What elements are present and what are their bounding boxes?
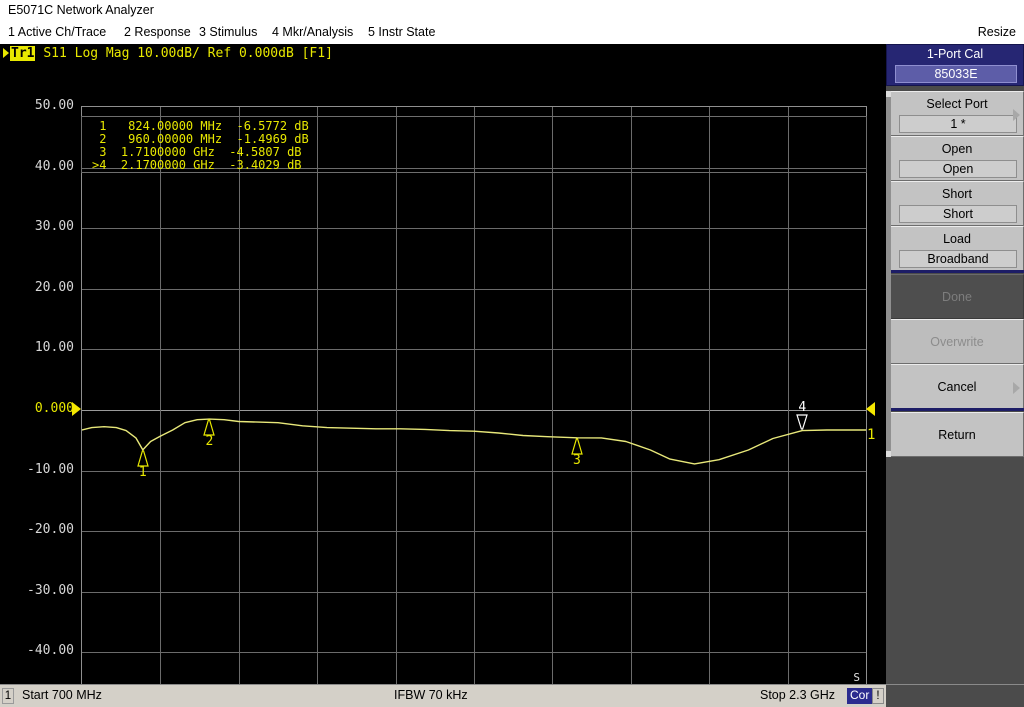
menu-item-instr-state[interactable]: 5 Instr State: [368, 25, 435, 39]
status-stop-frequency[interactable]: Stop 2.3 GHz: [760, 688, 835, 702]
trace-number-badge[interactable]: Tr1: [10, 46, 36, 61]
status-bar-right-filler: [886, 685, 1024, 707]
y-axis-tick-label: 30.00: [34, 219, 74, 235]
instrument-display: Tr1 S11 Log Mag 10.00dB/ Ref 0.000dB [F1…: [0, 44, 886, 684]
scroll-down-tick[interactable]: [886, 451, 891, 457]
trace-status-line[interactable]: Tr1 S11 Log Mag 10.00dB/ Ref 0.000dB [F1…: [3, 46, 333, 61]
softkey-label: Cancel: [937, 380, 977, 394]
active-trace-pointer-icon: [3, 47, 9, 58]
softkey-label: Overwrite: [930, 335, 984, 349]
status-channel-number: 1: [2, 688, 14, 704]
softkey-separator: [890, 408, 1024, 411]
chevron-right-icon: [1013, 108, 1020, 121]
softkey-header-value[interactable]: 85033E: [895, 65, 1017, 83]
status-correction-badge: Cor: [847, 688, 873, 704]
y-axis-tick-label: 40.00: [34, 158, 74, 174]
status-uncal-indicator: !: [872, 688, 884, 704]
softkey-separator: [890, 270, 1024, 273]
marker-row-4: >4 2.1700000 GHz -3.4029 dB: [92, 158, 302, 172]
y-axis-tick-label: 0.000: [34, 401, 74, 416]
softkey-value[interactable]: 1 *: [899, 115, 1017, 133]
softkey-label: Return: [938, 428, 976, 442]
status-ifbw[interactable]: IFBW 70 kHz: [394, 688, 468, 702]
softkey-value[interactable]: Broadband: [899, 250, 1017, 268]
y-axis-tick-label: -40.00: [27, 643, 74, 659]
y-axis-tick-label: -20.00: [27, 522, 74, 538]
title-bar: E5071C Network Analyzer: [0, 0, 1024, 22]
trace-number-label: 1: [867, 427, 876, 443]
reference-pointer-left-icon: [72, 402, 81, 416]
softkey-header: 1-Port Cal 85033E: [886, 44, 1024, 86]
menu-item-response[interactable]: 2 Response: [124, 25, 191, 39]
marker-readout-table[interactable]: 1 824.00000 MHz -6.5772 dB 2 960.00000 M…: [81, 116, 867, 173]
softkey-value[interactable]: Short: [899, 205, 1017, 223]
trace-format-text: S11 Log Mag 10.00dB/ Ref 0.000dB [F1]: [43, 46, 333, 61]
softkey-overwrite[interactable]: Overwrite: [890, 319, 1024, 364]
softkey-label: Load: [943, 232, 971, 246]
y-axis-tick-label: -30.00: [27, 582, 74, 598]
softkey-label: Short: [942, 187, 972, 201]
softkey-value[interactable]: Open: [899, 160, 1017, 178]
softkey-label: Select Port: [926, 97, 988, 111]
y-axis-tick-label: 50.00: [34, 98, 74, 113]
softkey-header-title: 1-Port Cal: [926, 47, 984, 61]
y-axis-tick-label: -10.00: [27, 461, 74, 477]
s11-trace: [82, 418, 866, 465]
softkey-open[interactable]: Open Open: [890, 136, 1024, 181]
scroll-up-tick[interactable]: [886, 91, 891, 97]
y-axis-tick-label: 20.00: [34, 279, 74, 295]
softkey-panel: 1-Port Cal 85033E Select Port 1 * Open Open…: [886, 44, 1024, 684]
status-start-frequency[interactable]: Start 700 MHz: [22, 688, 102, 702]
softkey-cancel[interactable]: Cancel: [890, 364, 1024, 409]
softkey-return[interactable]: Return: [890, 412, 1024, 457]
softkey-scrollbar[interactable]: [886, 91, 891, 457]
softkey-short[interactable]: Short Short: [890, 181, 1024, 226]
status-bar: 1 Start 700 MHz IFBW 70 kHz Stop 2.3 GHz…: [0, 684, 1024, 707]
menu-item-mkr-analysis[interactable]: 4 Mkr/Analysis: [272, 25, 353, 39]
resize-button[interactable]: Resize: [978, 25, 1016, 39]
softkey-label: Done: [942, 290, 972, 304]
chevron-right-icon: [1013, 381, 1020, 394]
reference-pointer-right-icon: [866, 402, 875, 416]
app-title: E5071C Network Analyzer: [8, 3, 154, 17]
menu-item-active-ch-trace[interactable]: 1 Active Ch/Trace: [8, 25, 106, 39]
softkey-select-port[interactable]: Select Port 1 *: [890, 91, 1024, 136]
menu-bar: 1 Active Ch/Trace 2 Response 3 Stimulus …: [0, 22, 1024, 45]
y-axis-tick-label: 10.00: [34, 340, 74, 356]
softkey-load[interactable]: Load Broadband: [890, 226, 1024, 271]
softkey-label: Open: [941, 142, 973, 156]
network-analyzer-window: E5071C Network Analyzer 1 Active Ch/Trac…: [0, 0, 1024, 707]
softkey-done: Done: [890, 274, 1024, 319]
graph-plot-area[interactable]: 1234 S 12 1F- 2-- R: [81, 106, 867, 684]
menu-item-stimulus[interactable]: 3 Stimulus: [199, 25, 257, 39]
